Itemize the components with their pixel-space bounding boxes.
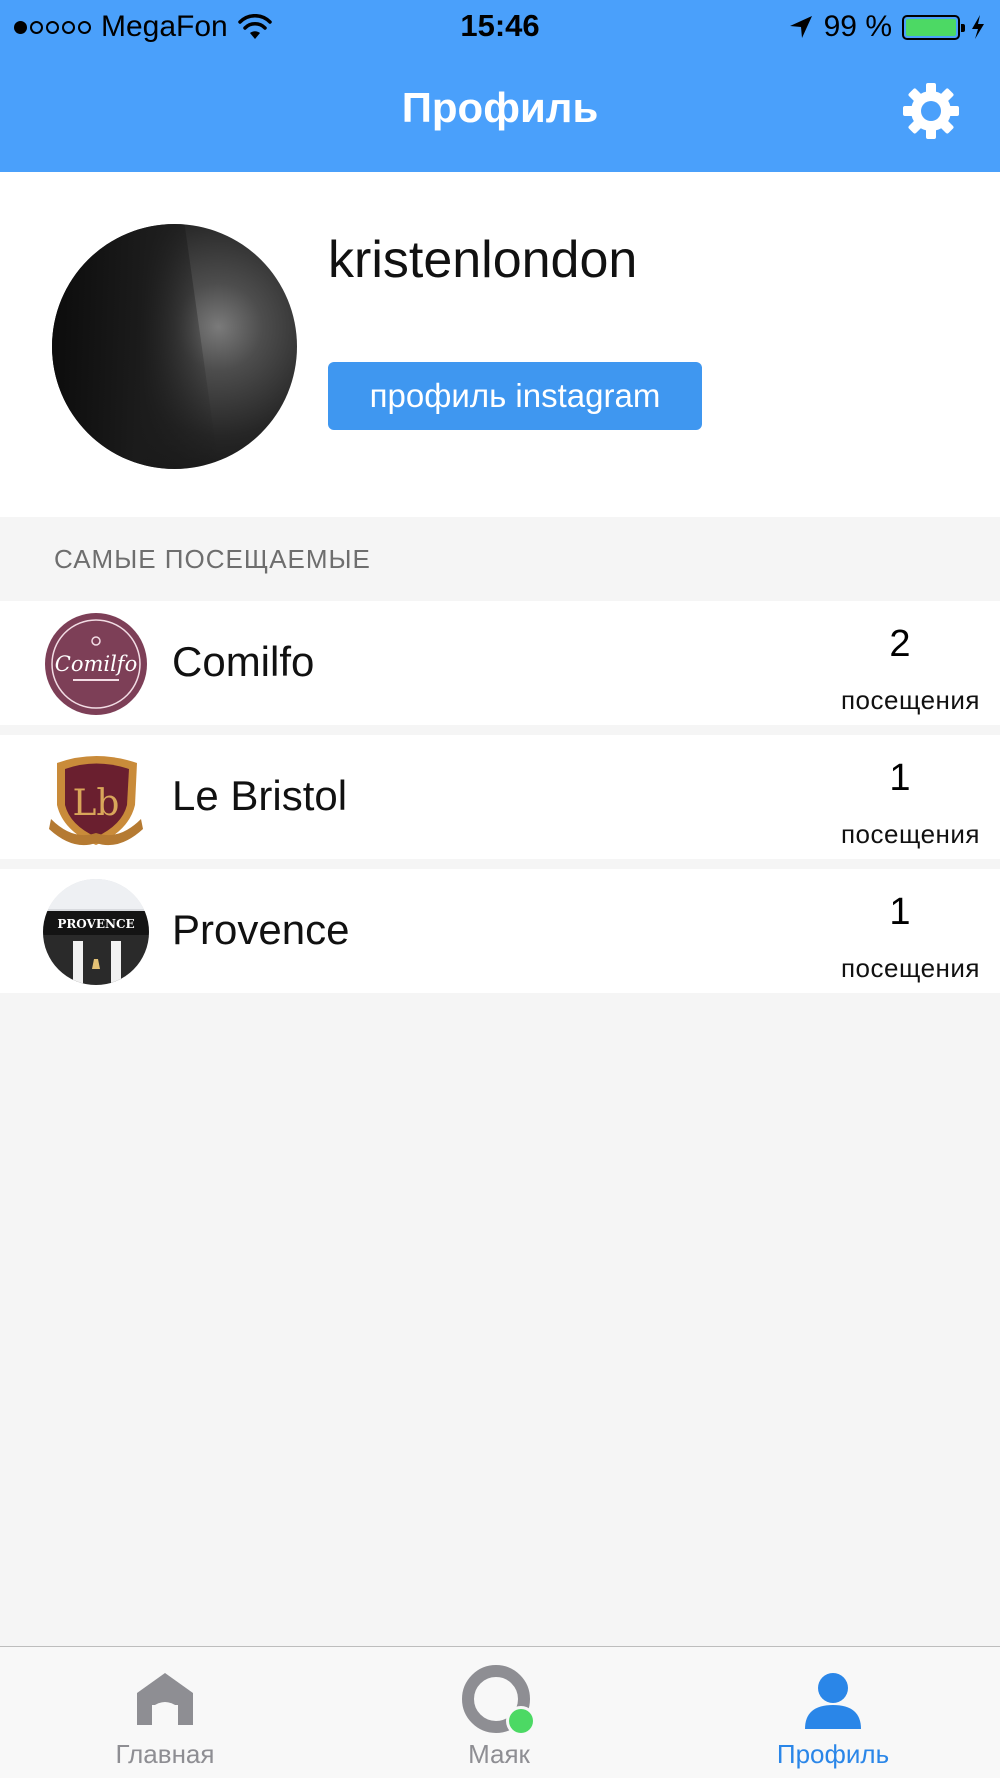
gear-icon	[903, 83, 959, 139]
list-item[interactable]: Comilfo Comilfo 2 посещения	[0, 601, 1000, 725]
visit-label: посещения	[840, 819, 980, 849]
tab-beacon[interactable]: Маяк	[379, 1647, 619, 1778]
place-logo: PROVENCE	[43, 879, 149, 985]
status-bar: MegaFon 15:46 99 %	[0, 0, 1000, 56]
charging-bolt-icon	[972, 15, 984, 39]
logo-text: Lb	[73, 783, 120, 824]
profile-card: kristenlondon профиль instagram	[0, 172, 1000, 517]
location-arrow-icon	[789, 16, 812, 38]
status-right: 99 %	[788, 10, 986, 44]
username: kristenlondon	[328, 231, 638, 289]
logo-text: PROVENCE	[57, 917, 134, 931]
avatar[interactable]	[52, 224, 297, 469]
visit-label: посещения	[840, 685, 980, 715]
tab-label: Маяк	[468, 1739, 530, 1769]
visit-count: 1	[889, 891, 911, 933]
place-name: Comilfo	[172, 638, 315, 685]
place-name: Provence	[172, 906, 350, 953]
tab-bar: Главная Маяк Профиль	[0, 1646, 1000, 1778]
logo-text: Comilfo	[55, 652, 137, 676]
visit-count: 2	[889, 623, 911, 665]
beacon-icon	[462, 1665, 536, 1736]
settings-button[interactable]	[900, 80, 962, 142]
place-logo: Lb	[43, 745, 149, 851]
top-bar: MegaFon 15:46 99 % Профиль	[0, 0, 1000, 172]
battery-icon	[902, 14, 965, 40]
person-icon	[805, 1673, 861, 1729]
place-logo: Comilfo	[43, 611, 149, 717]
tab-home[interactable]: Главная	[45, 1647, 285, 1778]
tab-label: Главная	[115, 1739, 215, 1769]
instagram-profile-button[interactable]: профиль instagram	[328, 362, 702, 430]
page-title: Профиль	[401, 84, 599, 131]
visit-count: 1	[889, 757, 911, 799]
battery-percent: 99 %	[823, 10, 892, 43]
list-item[interactable]: Lb Le Bristol 1 посещения	[0, 735, 1000, 859]
tab-profile[interactable]: Профиль	[713, 1647, 953, 1778]
section-title: САМЫЕ ПОСЕЩАЕМЫЕ	[54, 544, 371, 574]
place-name: Le Bristol	[172, 772, 348, 819]
tab-label: Профиль	[776, 1739, 890, 1769]
visit-label: посещения	[840, 953, 980, 983]
list-item[interactable]: PROVENCE Provence 1 посещения	[0, 869, 1000, 993]
home-icon	[137, 1673, 193, 1725]
